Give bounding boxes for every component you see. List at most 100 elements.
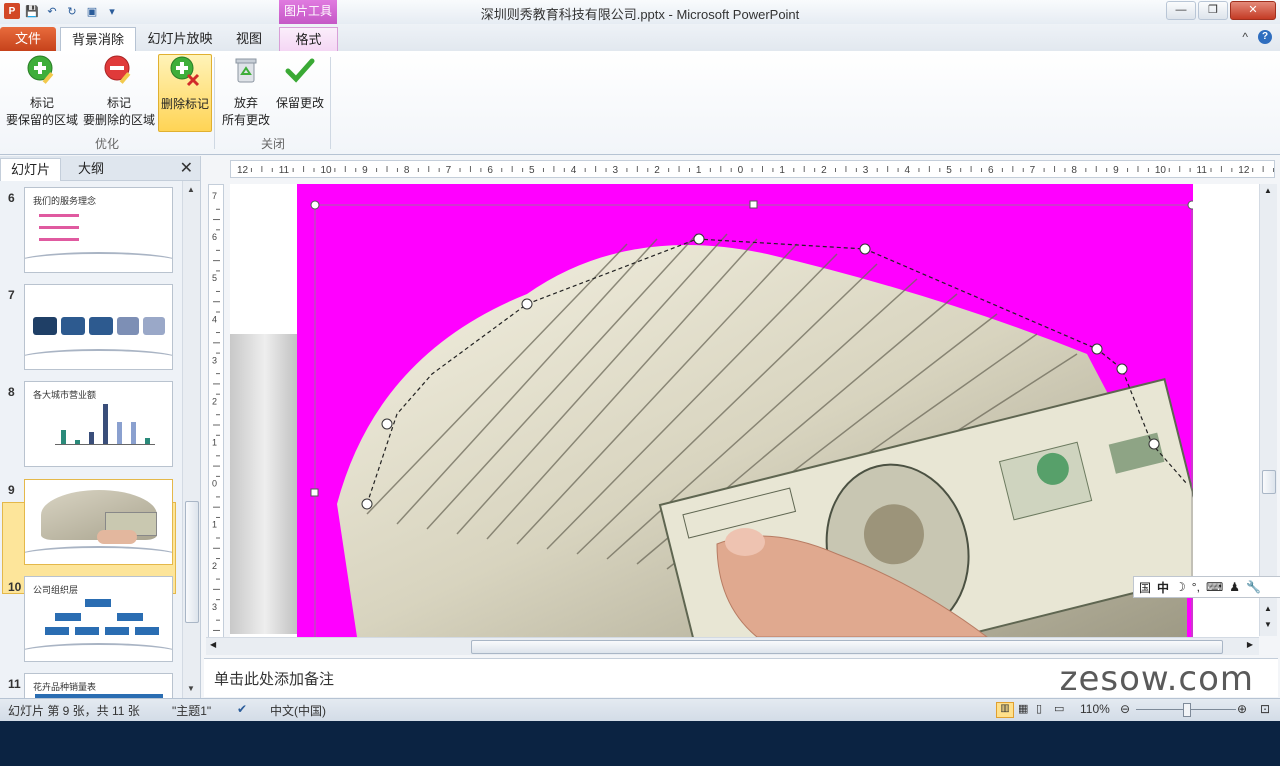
tab-slideshow[interactable]: 幻灯片放映 [142, 27, 218, 51]
zoom-level[interactable]: 110% [1080, 702, 1110, 716]
close-pane-icon[interactable]: ✕ [180, 158, 193, 178]
ime-halfwidth-icon[interactable]: ☽ [1175, 580, 1186, 594]
ruler-label: 9 [362, 165, 368, 176]
ruler-label: 2 [212, 561, 217, 571]
checkmark-icon [285, 58, 315, 83]
ruler-label: 1 [212, 520, 217, 530]
pane-tabs: 幻灯片 大纲 ✕ [0, 156, 200, 181]
tab-background-removal[interactable]: 背景消除 [60, 27, 136, 53]
slide-number: 6 [8, 191, 15, 205]
scrollbar-thumb[interactable] [185, 501, 199, 623]
slide-thumbnail-10[interactable]: 公司组织层 [24, 576, 173, 662]
scroll-up-icon[interactable]: ▲ [187, 185, 195, 194]
tab-format[interactable]: 格式 [279, 27, 338, 52]
previous-slide-icon[interactable]: ▲ [1264, 604, 1272, 613]
slide-vertical-scrollbar[interactable]: ▲ ▲ ▼ [1259, 184, 1277, 636]
slide-9[interactable] [230, 184, 1259, 637]
money-fan-image [310, 200, 1193, 637]
notes-placeholder[interactable]: 单击此处添加备注 [214, 668, 334, 689]
next-slide-icon[interactable]: ▼ [1264, 620, 1272, 629]
plus-pencil-icon [27, 55, 54, 84]
zoom-out-icon[interactable]: ⊖ [1120, 702, 1130, 716]
slide-thumbnail-6[interactable]: 我们的服务理念 [24, 187, 173, 273]
ruler-label: 9 [1113, 165, 1119, 176]
thumbnail-title: 我们的服务理念 [33, 196, 97, 206]
ruler-label: 6 [988, 165, 994, 176]
horizontal-ruler-ticks: 12 11 10 9 8 7 6 5 4 3 2 1 0 1 2 3 4 5 6 7 8 9 10 11 12 [237, 165, 1274, 176]
background-removal-image[interactable] [297, 184, 1193, 637]
tab-view[interactable]: 视图 [228, 27, 270, 51]
slide-thumbnail-9[interactable] [24, 479, 173, 565]
keep-changes-button[interactable]: 保留更改 [274, 54, 326, 112]
collapse-ribbon-icon[interactable]: ^ [1242, 30, 1248, 44]
ruler-label: 3 [212, 602, 217, 612]
ime-settings-icon[interactable]: 🔧 [1246, 580, 1261, 594]
ruler-label: 8 [1071, 165, 1077, 176]
zoom-in-icon[interactable]: ⊕ [1237, 702, 1247, 716]
ruler-label: 0 [738, 165, 744, 176]
ruler-label: 10 [1155, 165, 1167, 176]
group-separator [214, 57, 215, 149]
tab-outline[interactable]: 大纲 [68, 158, 114, 180]
ruler-label: 7 [212, 191, 217, 201]
ruler-label: 4 [212, 314, 217, 324]
tab-file[interactable]: 文件 [0, 27, 56, 51]
reading-view-icon[interactable]: ▯ [1036, 702, 1042, 715]
help-icon[interactable]: ? [1258, 30, 1272, 44]
normal-view-icon[interactable]: ▥ [996, 702, 1014, 718]
restore-button[interactable]: ❐ [1198, 1, 1228, 20]
scrollbar-thumb[interactable] [1262, 470, 1276, 494]
ime-toolbar[interactable]: 国 中 ☽ °, ⌨ ♟ 🔧 [1133, 576, 1280, 598]
ruler-label: 11 [1197, 165, 1208, 176]
slide-number: 10 [8, 580, 22, 594]
scroll-down-icon[interactable]: ▼ [187, 684, 195, 693]
slide-number: 9 [8, 483, 15, 497]
slide-thumbnail-11[interactable]: 花卉品种销量表 [24, 673, 173, 698]
mark-areas-to-keep-button[interactable]: 标记 要保留的区域 [4, 54, 80, 129]
delete-mark-button[interactable]: 删除标记 [158, 54, 212, 132]
mark-areas-to-remove-button[interactable]: 标记 要删除的区域 [82, 54, 156, 129]
scroll-left-icon[interactable]: ◀ [210, 640, 216, 649]
ime-keyboard-icon[interactable]: ⌨ [1206, 580, 1223, 594]
close-button[interactable]: ✕ [1230, 1, 1276, 20]
ribbon: 标记 要保留的区域 标记 要删除的区域 删除标记 优化 放弃 所有更改 保留更改… [0, 51, 1280, 155]
spell-check-icon[interactable]: ✔ [237, 702, 247, 716]
slide-thumbnail-7[interactable] [24, 284, 173, 370]
slide-thumbnail-8[interactable]: 各大城市营业额 [24, 381, 173, 467]
ruler-label: 10 [320, 165, 332, 176]
title-bar: P 💾 ↶ ↻ ▣ ▾ 图片工具 深圳则秀教育科技有限公司.pptx - Mic… [0, 0, 1280, 24]
ime-user-icon[interactable]: ♟ [1229, 580, 1240, 594]
ruler-label: 2 [654, 165, 660, 176]
window-title: 深圳则秀教育科技有限公司.pptx - Microsoft PowerPoint [480, 7, 800, 22]
scroll-up-icon[interactable]: ▲ [1264, 186, 1272, 195]
ime-mode-icon[interactable]: 国 [1139, 579, 1151, 596]
ribbon-tabs: 文件 背景消除 幻灯片放映 视图 格式 ^ ? [0, 24, 1280, 53]
ruler-label: 3 [612, 165, 618, 176]
ruler-label: 4 [905, 165, 911, 176]
vertical-ruler: 7 6 5 4 3 2 1 0 1 2 3 [208, 184, 224, 638]
tab-slides[interactable]: 幻灯片 [0, 158, 62, 181]
ime-chinese-icon[interactable]: 中 [1157, 579, 1169, 596]
ruler-label: 6 [212, 232, 217, 242]
ruler-label: 0 [212, 479, 217, 489]
slide-sorter-view-icon[interactable]: ▦ [1018, 702, 1028, 715]
slides-pane-scrollbar[interactable]: ▲ ▼ [182, 181, 200, 698]
notes-pane[interactable]: 单击此处添加备注 zesow.com [204, 658, 1278, 699]
slideshow-view-icon[interactable]: ▭ [1054, 702, 1064, 715]
ruler-label: 4 [571, 165, 577, 176]
minimize-button[interactable]: — [1166, 1, 1196, 20]
slide-horizontal-scrollbar[interactable]: ◀ ▶ [206, 637, 1259, 655]
scroll-right-icon[interactable]: ▶ [1247, 640, 1253, 649]
delete-mark-icon [170, 56, 200, 87]
ruler-label: 7 [1030, 165, 1036, 176]
watermark: zesow.com [1059, 659, 1254, 699]
scrollbar-thumb[interactable] [471, 640, 1223, 654]
ime-punctuation-icon[interactable]: °, [1192, 580, 1200, 594]
zoom-slider-thumb[interactable] [1183, 703, 1191, 717]
discard-all-changes-button[interactable]: 放弃 所有更改 [218, 54, 274, 129]
ruler-label: 2 [821, 165, 827, 176]
slide-canvas[interactable] [230, 184, 1259, 637]
ruler-label: 5 [212, 273, 217, 283]
language-indicator[interactable]: 中文(中国) [270, 702, 326, 719]
fit-to-window-icon[interactable]: ⊡ [1260, 702, 1270, 716]
